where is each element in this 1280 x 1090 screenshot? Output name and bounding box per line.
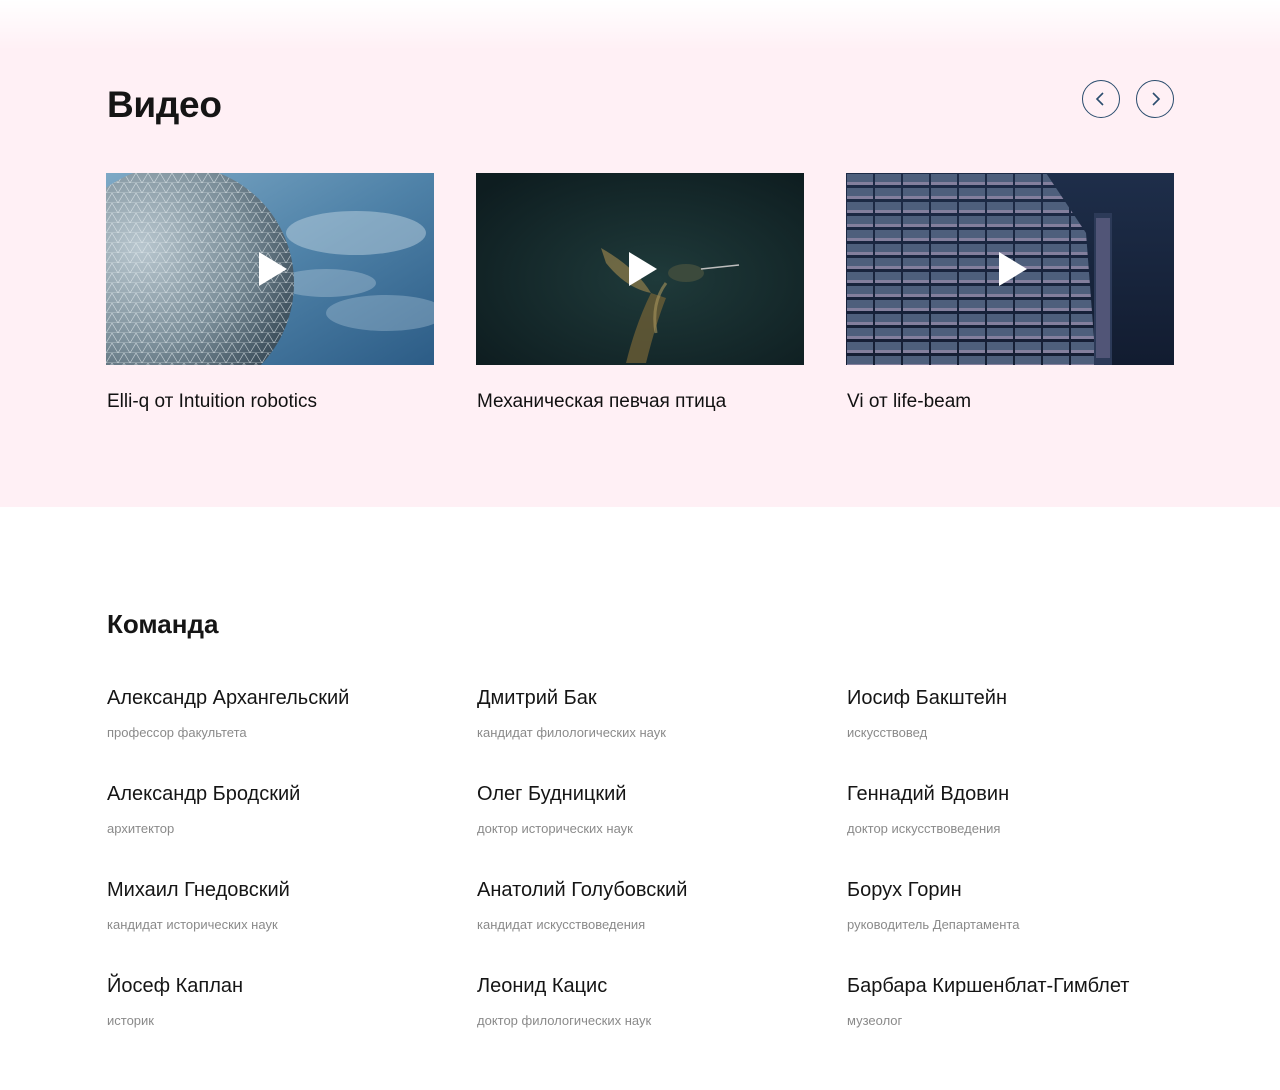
video-caption[interactable]: Механическая певчая птица [477, 391, 817, 413]
team-member[interactable]: Дмитрий Бак кандидат филологических наук [477, 687, 837, 740]
member-name[interactable]: Александр Бродский [107, 783, 467, 806]
member-role: профессор факультета [107, 725, 247, 740]
team-member[interactable]: Леонид Кацис доктор филологических наук [477, 975, 837, 1028]
member-name[interactable]: Борух Горин [847, 879, 1207, 902]
video-card[interactable]: Vi от life-beam [846, 173, 1174, 412]
video-card[interactable]: Elli-q от Intuition robotics [106, 173, 434, 412]
member-role: кандидат искусствоведения [477, 917, 646, 932]
member-name[interactable]: Дмитрий Бак [477, 687, 837, 710]
team-member[interactable]: Барбара Киршенблат-Гимблет музеолог [847, 975, 1207, 1028]
member-name[interactable]: Барбара Киршенблат-Гимблет [847, 975, 1207, 998]
carousel-next-button[interactable] [1136, 80, 1174, 118]
video-thumbnail[interactable] [106, 173, 434, 365]
team-member[interactable]: Александр Архангельский профессор факуль… [107, 687, 467, 740]
chevron-left-icon [1095, 92, 1104, 106]
video-card[interactable]: Механическая певчая птица [476, 173, 804, 412]
team-member[interactable]: Олег Будницкий доктор исторических наук [477, 783, 837, 836]
video-thumbnail[interactable] [846, 173, 1174, 365]
team-member[interactable]: Йосеф Каплан историк [107, 975, 467, 1028]
member-role: музеолог [847, 1013, 903, 1028]
member-role: руководитель Департамента [847, 917, 1020, 932]
video-section: Видео Elli-q от Intuition robotics Механ… [0, 0, 1280, 507]
member-role: историк [107, 1013, 154, 1028]
play-icon [259, 252, 287, 286]
video-caption[interactable]: Vi от life-beam [847, 391, 1187, 413]
video-section-title: Видео [107, 84, 222, 125]
team-member[interactable]: Борух Горин руководитель Департамента [847, 879, 1207, 932]
video-thumbnail[interactable] [476, 173, 804, 365]
member-name[interactable]: Анатолий Голубовский [477, 879, 837, 902]
member-name[interactable]: Йосеф Каплан [107, 975, 467, 998]
team-member[interactable]: Анатолий Голубовский кандидат искусствов… [477, 879, 837, 932]
member-role: доктор исторических наук [477, 821, 633, 836]
team-section-title: Команда [107, 609, 219, 639]
team-member[interactable]: Иосиф Бакштейн искусствовед [847, 687, 1207, 740]
member-role: кандидат исторических наук [107, 917, 278, 932]
member-name[interactable]: Леонид Кацис [477, 975, 837, 998]
member-role: искусствовед [847, 725, 928, 740]
team-member[interactable]: Александр Бродский архитектор [107, 783, 467, 836]
member-role: кандидат филологических наук [477, 725, 666, 740]
member-name[interactable]: Михаил Гнедовский [107, 879, 467, 902]
team-member[interactable]: Михаил Гнедовский кандидат исторических … [107, 879, 467, 932]
video-caption[interactable]: Elli-q от Intuition robotics [107, 391, 447, 413]
play-icon [999, 252, 1027, 286]
member-role: доктор искусствоведения [847, 821, 1001, 836]
chevron-right-icon [1152, 92, 1161, 106]
member-name[interactable]: Олег Будницкий [477, 783, 837, 806]
member-name[interactable]: Александр Архангельский [107, 687, 467, 710]
play-icon [629, 252, 657, 286]
carousel-prev-button[interactable] [1082, 80, 1120, 118]
member-role: доктор филологических наук [477, 1013, 652, 1028]
member-role: архитектор [107, 821, 175, 836]
team-member[interactable]: Геннадий Вдовин доктор искусствоведения [847, 783, 1207, 836]
member-name[interactable]: Иосиф Бакштейн [847, 687, 1207, 710]
member-name[interactable]: Геннадий Вдовин [847, 783, 1207, 806]
